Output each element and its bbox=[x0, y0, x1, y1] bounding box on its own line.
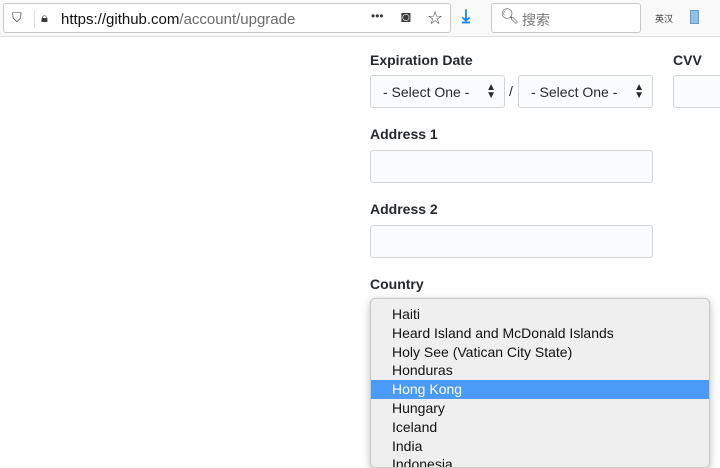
country-option[interactable]: India bbox=[371, 437, 709, 456]
sidebar-icon[interactable] bbox=[690, 10, 699, 24]
address1-input[interactable] bbox=[370, 150, 653, 183]
country-option[interactable]: Indonesia bbox=[371, 455, 709, 467]
url-bar[interactable]: ⛉ 🔒︎ https://github.com/account/upgrade … bbox=[3, 3, 451, 33]
select-arrows-icon: ▲ ▼ bbox=[486, 82, 496, 101]
date-separator: / bbox=[509, 83, 513, 99]
expiration-month-select[interactable]: - Select One - ▲ ▼ bbox=[370, 75, 505, 108]
cvv-label: CVV bbox=[673, 52, 702, 68]
country-option[interactable]: Iceland bbox=[371, 418, 709, 437]
search-icon: 🔍︎ bbox=[500, 8, 520, 25]
url-host: https://github.com bbox=[61, 11, 180, 28]
country-label: Country bbox=[370, 276, 424, 292]
address2-label: Address 2 bbox=[370, 201, 438, 217]
cvv-input[interactable] bbox=[673, 75, 720, 108]
month-select-value: - Select One - bbox=[383, 84, 470, 100]
expiration-year-select[interactable]: - Select One - ▲ ▼ bbox=[518, 75, 653, 108]
address2-input[interactable] bbox=[370, 225, 653, 258]
star-icon[interactable]: ☆ bbox=[427, 9, 443, 27]
more-icon[interactable]: ••• bbox=[371, 10, 384, 22]
year-select-value: - Select One - bbox=[531, 84, 618, 100]
url-text[interactable]: https://github.com/account/upgrade bbox=[61, 11, 295, 28]
address1-label: Address 1 bbox=[370, 126, 438, 142]
shield-icon[interactable]: ⛉ bbox=[12, 11, 22, 24]
country-option[interactable]: Heard Island and McDonald Islands bbox=[371, 324, 709, 343]
divider bbox=[34, 10, 35, 28]
select-arrows-icon: ▲ ▼ bbox=[634, 82, 644, 101]
url-path: /account/upgrade bbox=[179, 11, 296, 28]
lock-icon[interactable]: 🔒︎ bbox=[41, 11, 48, 24]
country-dropdown-list[interactable]: Haiti Heard Island and McDonald Islands … bbox=[370, 298, 710, 468]
search-input[interactable]: 🔍︎ 搜索 bbox=[491, 3, 641, 33]
country-option[interactable]: Hungary bbox=[371, 399, 709, 418]
dictionary-extension[interactable]: 英汉 bbox=[655, 12, 673, 25]
country-option[interactable]: Honduras bbox=[371, 361, 709, 380]
download-icon[interactable]: ⤓ bbox=[462, 7, 470, 25]
browser-toolbar: ⛉ 🔒︎ https://github.com/account/upgrade … bbox=[0, 0, 720, 37]
country-option-selected[interactable]: Hong Kong bbox=[371, 380, 709, 399]
pocket-icon[interactable]: ◙ bbox=[401, 10, 411, 26]
country-option[interactable]: Holy See (Vatican City State) bbox=[371, 343, 709, 362]
search-placeholder: 搜索 bbox=[522, 12, 550, 28]
expiration-date-label: Expiration Date bbox=[370, 52, 473, 68]
country-option[interactable]: Haiti bbox=[371, 305, 709, 324]
